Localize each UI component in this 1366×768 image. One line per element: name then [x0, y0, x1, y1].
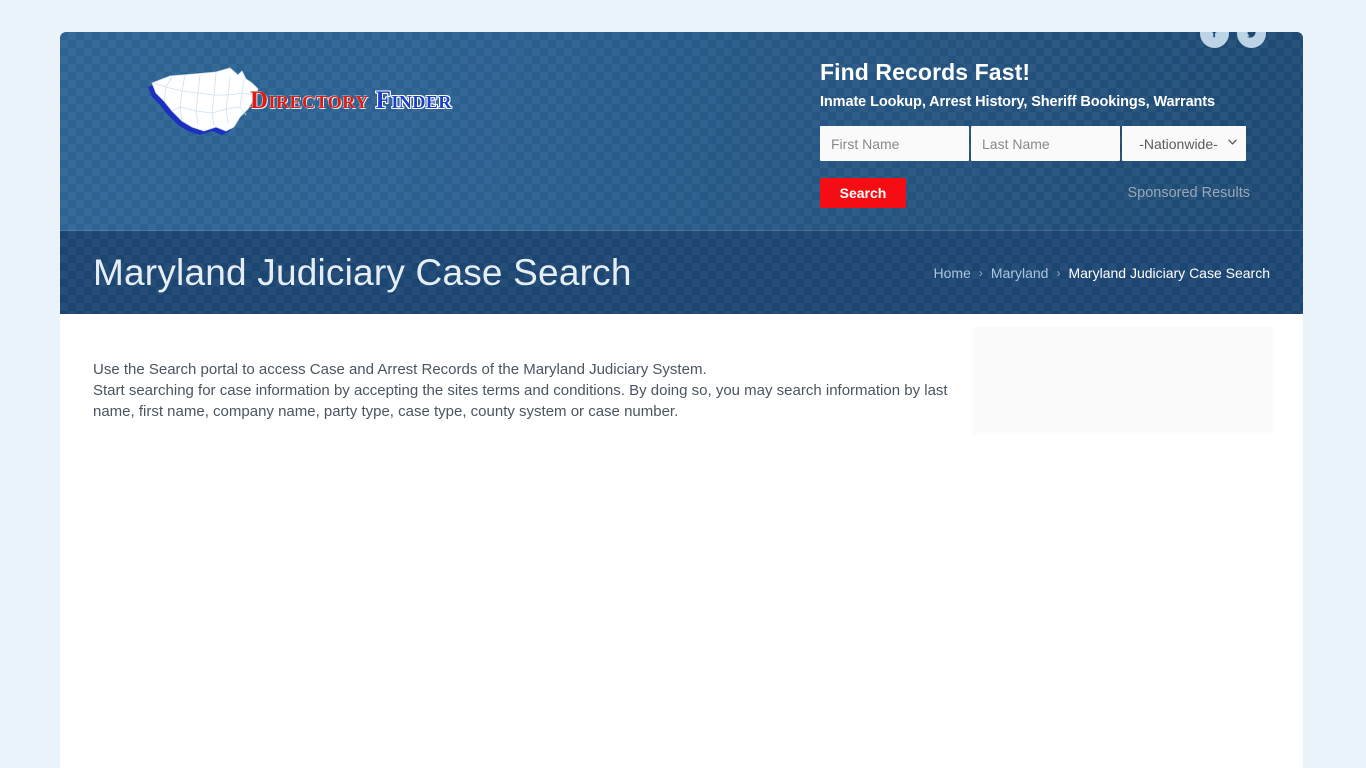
- main-content: Use the Search portal to access Case and…: [60, 314, 1303, 768]
- logo-text-finder: Finder: [375, 87, 452, 114]
- header-divider: [60, 230, 1303, 231]
- usa-map-icon: [148, 67, 259, 135]
- logo-text-directory: Directory: [250, 87, 369, 114]
- search-fields: [820, 126, 1250, 161]
- twitter-icon[interactable]: [1237, 32, 1266, 48]
- headline: Find Records Fast!: [820, 59, 1031, 85]
- header-search-widget: Find Records Fast! Inmate Lookup, Arrest…: [820, 59, 1250, 208]
- intro-line-3: name, first name, company name, party ty…: [93, 403, 679, 420]
- state-select-wrapper: [1122, 126, 1246, 161]
- last-name-input[interactable]: [971, 126, 1120, 161]
- state-select[interactable]: [1122, 126, 1246, 161]
- sponsored-results-label: Sponsored Results: [1127, 185, 1250, 201]
- search-action-row: Search Sponsored Results: [820, 178, 1250, 208]
- breadcrumb-separator: ›: [1056, 265, 1061, 280]
- page-title-band: Maryland Judiciary Case Search Home › Ma…: [60, 231, 1303, 314]
- breadcrumb-separator: ›: [978, 265, 983, 280]
- first-name-input[interactable]: [820, 126, 969, 161]
- intro-line-2: Start searching for case information by …: [93, 382, 948, 399]
- breadcrumb-item-home[interactable]: Home: [934, 265, 971, 281]
- sponsored-ad-slot: [972, 327, 1273, 434]
- site-header: Directory Finder Find Records Fast! Inmat…: [60, 32, 1303, 231]
- subheadline: Inmate Lookup, Arrest History, Sheriff B…: [820, 94, 1215, 110]
- page-container: Directory Finder Find Records Fast! Inmat…: [60, 32, 1303, 768]
- intro-line-1: Use the Search portal to access Case and…: [93, 361, 707, 378]
- search-button[interactable]: Search: [820, 178, 906, 208]
- site-logo[interactable]: Directory Finder: [140, 65, 451, 143]
- breadcrumb-item-maryland[interactable]: Maryland: [991, 265, 1049, 281]
- intro-paragraph: Use the Search portal to access Case and…: [93, 359, 965, 422]
- breadcrumb: Home › Maryland › Maryland Judiciary Cas…: [934, 265, 1270, 281]
- breadcrumb-item-current: Maryland Judiciary Case Search: [1068, 264, 1270, 281]
- social-links: [1200, 32, 1266, 48]
- facebook-icon[interactable]: [1200, 32, 1229, 48]
- page-title: Maryland Judiciary Case Search: [93, 251, 632, 293]
